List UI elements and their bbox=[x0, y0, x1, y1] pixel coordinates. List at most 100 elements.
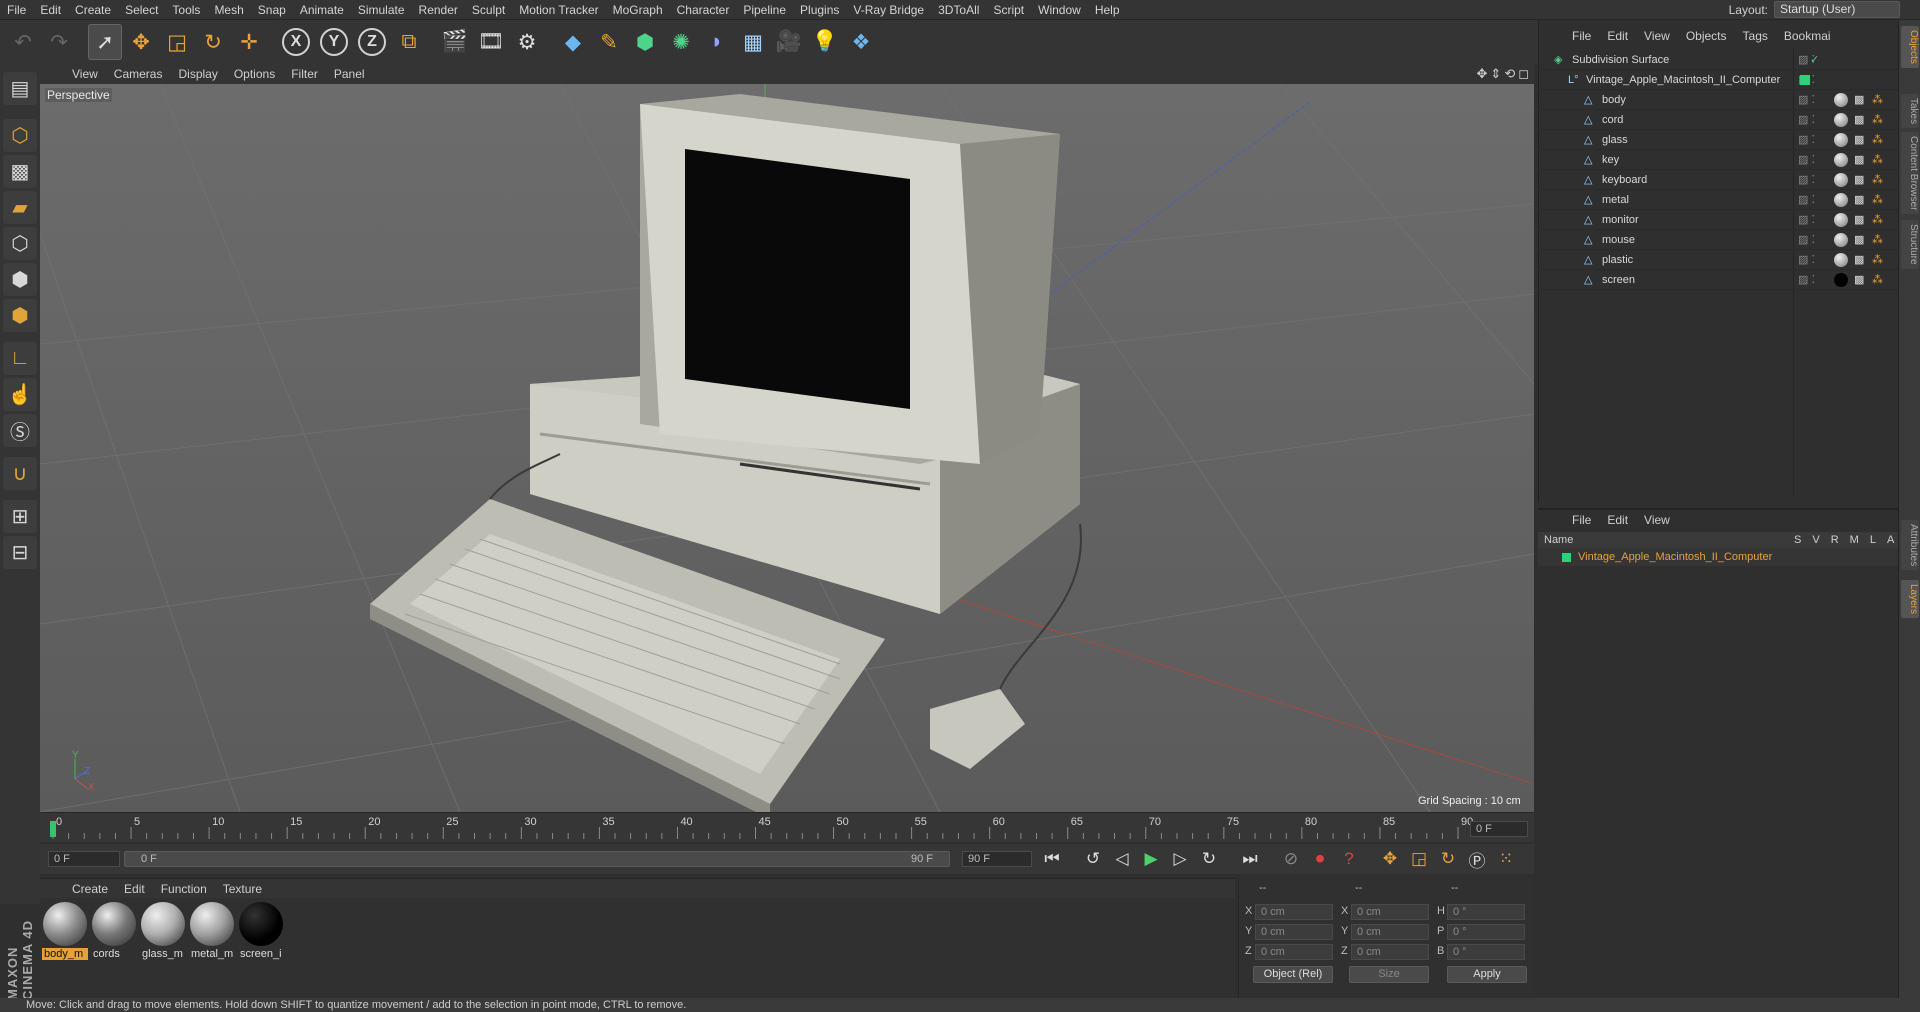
menu-item-snap[interactable]: Snap bbox=[251, 0, 293, 20]
uvw-tag-icon[interactable]: ▩ bbox=[1854, 230, 1864, 250]
object-menu-objects[interactable]: Objects bbox=[1678, 29, 1735, 43]
z-axis-icon[interactable]: Z bbox=[358, 28, 386, 56]
menu-item-file[interactable]: File bbox=[0, 0, 33, 20]
material-glass-m[interactable]: glass_m bbox=[140, 902, 186, 962]
end-frame-field[interactable]: 90 F bbox=[962, 851, 1032, 867]
menu-item-animate[interactable]: Animate bbox=[293, 0, 351, 20]
live-selection-icon[interactable]: ➚ bbox=[88, 24, 122, 60]
key-rotation-icon[interactable]: ↻ bbox=[1436, 847, 1460, 871]
texture-mode-icon[interactable]: ▩ bbox=[3, 155, 37, 188]
phong-tag-icon[interactable]: ⁂ bbox=[1872, 210, 1883, 230]
previous-key-icon[interactable]: ↺ bbox=[1081, 847, 1105, 871]
go-to-start-icon[interactable]: ⏮ bbox=[1040, 847, 1064, 871]
visibility-toggle[interactable]: ▨ ⁚ bbox=[1798, 230, 1815, 250]
right-tab-attributes[interactable]: Attributes bbox=[1901, 520, 1919, 571]
deformer-icon[interactable]: ◗ bbox=[700, 24, 734, 60]
next-key-icon[interactable]: ↻ bbox=[1197, 847, 1221, 871]
material-tag-icon[interactable] bbox=[1834, 233, 1848, 247]
material-tag-icon[interactable] bbox=[1834, 153, 1848, 167]
uvw-tag-icon[interactable]: ▩ bbox=[1854, 190, 1864, 210]
transform-icon[interactable]: ✛ bbox=[232, 24, 266, 60]
coordinate-system-icon[interactable]: ⧉ bbox=[392, 24, 426, 60]
object-menu-tags[interactable]: Tags bbox=[1735, 29, 1776, 43]
enable-check[interactable] bbox=[1800, 75, 1810, 85]
magnet-icon[interactable]: ∪ bbox=[3, 457, 37, 490]
render-picture-viewer-icon[interactable]: 🎞 bbox=[474, 24, 508, 60]
phong-tag-icon[interactable]: ⁂ bbox=[1872, 190, 1883, 210]
render-view-icon[interactable]: 🎬 bbox=[438, 24, 472, 60]
viewport-nav-icons[interactable]: ✥⇕⟲◻ bbox=[1477, 66, 1532, 82]
y-axis-icon[interactable]: Y bbox=[320, 28, 348, 56]
material-body-m[interactable]: body_m bbox=[42, 902, 88, 962]
floor-icon[interactable]: ▦ bbox=[736, 24, 770, 60]
object-row-plastic[interactable]: △ plastic ▨ ⁚ ▩ ⁂ bbox=[1538, 250, 1898, 270]
viewport[interactable]: Y X Z bbox=[40, 84, 1534, 812]
menu-item-select[interactable]: Select bbox=[118, 0, 165, 20]
record-keys-icon[interactable]: ⊘ bbox=[1279, 847, 1303, 871]
rotate-icon[interactable]: ↻ bbox=[196, 24, 230, 60]
apply-button[interactable]: Apply bbox=[1447, 966, 1527, 983]
material-cords[interactable]: cords bbox=[91, 902, 137, 962]
phong-tag-icon[interactable]: ⁂ bbox=[1872, 150, 1883, 170]
undo-icon[interactable]: ↶ bbox=[6, 24, 40, 60]
right-tab-content-browser[interactable]: Content Browser bbox=[1901, 132, 1919, 215]
material-metal-m[interactable]: metal_m bbox=[189, 902, 235, 962]
menu-item-character[interactable]: Character bbox=[670, 0, 737, 20]
material-tag-icon[interactable] bbox=[1834, 133, 1848, 147]
menu-item-help[interactable]: Help bbox=[1088, 0, 1127, 20]
redo-icon[interactable]: ↷ bbox=[42, 24, 76, 60]
timeline-ruler[interactable]: 0 5 10 15 20 25 30 35 40 45 50 55 60 65 70 75 80 85 90 0 F bbox=[40, 812, 1534, 842]
material-menu-create[interactable]: Create bbox=[64, 882, 116, 896]
object-menu-file[interactable]: File bbox=[1564, 29, 1599, 43]
phong-tag-icon[interactable]: ⁂ bbox=[1872, 270, 1883, 290]
go-to-end-icon[interactable]: ⏭ bbox=[1238, 847, 1262, 871]
coord-field-z[interactable]: 0 cm bbox=[1351, 944, 1429, 960]
cube-icon[interactable]: ◆ bbox=[556, 24, 590, 60]
points-mode-icon[interactable]: ⬡ bbox=[3, 227, 37, 260]
keyframe-selection-icon[interactable]: ? bbox=[1337, 847, 1361, 871]
material-tag-icon[interactable] bbox=[1834, 273, 1848, 287]
pen-spline-icon[interactable]: ✎ bbox=[592, 24, 626, 60]
coord-field-z[interactable]: 0 cm bbox=[1255, 944, 1333, 960]
coord-field-x[interactable]: 0 cm bbox=[1351, 904, 1429, 920]
phong-tag-icon[interactable]: ⁂ bbox=[1872, 110, 1883, 130]
next-frame-icon[interactable]: ▷ bbox=[1168, 847, 1192, 871]
visibility-toggle[interactable]: ▨ ⁚ bbox=[1798, 90, 1815, 110]
material-menu-function[interactable]: Function bbox=[153, 882, 215, 896]
range-slider[interactable]: 0 F 90 F bbox=[124, 851, 950, 867]
array-icon[interactable]: ✺ bbox=[664, 24, 698, 60]
material-menu-texture[interactable]: Texture bbox=[215, 882, 270, 896]
object-row-glass[interactable]: △ glass ▨ ⁚ ▩ ⁂ bbox=[1538, 130, 1898, 150]
object-menu-view[interactable]: View bbox=[1636, 29, 1678, 43]
visibility-toggle[interactable]: ▨ ⁚ bbox=[1798, 130, 1815, 150]
lock-workplane-icon[interactable]: ⊞ bbox=[3, 500, 37, 533]
coord-field-h[interactable]: 0 ° bbox=[1447, 904, 1525, 920]
object-menu-bookmai[interactable]: Bookmai bbox=[1776, 29, 1839, 43]
uvw-tag-icon[interactable]: ▩ bbox=[1854, 170, 1864, 190]
coord-field-x[interactable]: 0 cm bbox=[1255, 904, 1333, 920]
move-icon[interactable]: ✥ bbox=[124, 24, 158, 60]
render-settings-icon[interactable]: ⚙ bbox=[510, 24, 544, 60]
viewport-menu-cameras[interactable]: Cameras bbox=[106, 67, 171, 81]
uvw-tag-icon[interactable]: ▩ bbox=[1854, 150, 1864, 170]
visibility-toggle[interactable]: ▨ ⁚ bbox=[1798, 170, 1815, 190]
object-row-keyboard[interactable]: △ keyboard ▨ ⁚ ▩ ⁂ bbox=[1538, 170, 1898, 190]
viewport-menu-options[interactable]: Options bbox=[226, 67, 283, 81]
right-tab-structure[interactable]: Structure bbox=[1901, 220, 1919, 269]
material-tag-icon[interactable] bbox=[1834, 173, 1848, 187]
object-row-screen[interactable]: △ screen ▨ ⁚ ▩ ⁂ bbox=[1538, 270, 1898, 290]
visibility-toggle[interactable]: ▨ ⁚ bbox=[1798, 110, 1815, 130]
right-tab-objects[interactable]: Objects bbox=[1901, 26, 1919, 68]
camera-icon[interactable]: 🎥 bbox=[772, 24, 806, 60]
visibility-toggle[interactable]: ▨ ⁚ bbox=[1798, 210, 1815, 230]
workplane-icon[interactable]: ▰ bbox=[3, 191, 37, 224]
coord-field-y[interactable]: 0 cm bbox=[1255, 924, 1333, 940]
layout-selector[interactable]: Layout: Startup (User) bbox=[1729, 1, 1900, 18]
layer-menu-view[interactable]: View bbox=[1636, 513, 1678, 527]
coord-field-b[interactable]: 0 ° bbox=[1447, 944, 1525, 960]
axis-icon[interactable]: ∟ bbox=[3, 342, 37, 375]
uvw-tag-icon[interactable]: ▩ bbox=[1854, 110, 1864, 130]
polygons-mode-icon[interactable]: ⬢ bbox=[3, 299, 37, 332]
make-editable-icon[interactable]: ▤ bbox=[3, 72, 37, 105]
phong-tag-icon[interactable]: ⁂ bbox=[1872, 130, 1883, 150]
